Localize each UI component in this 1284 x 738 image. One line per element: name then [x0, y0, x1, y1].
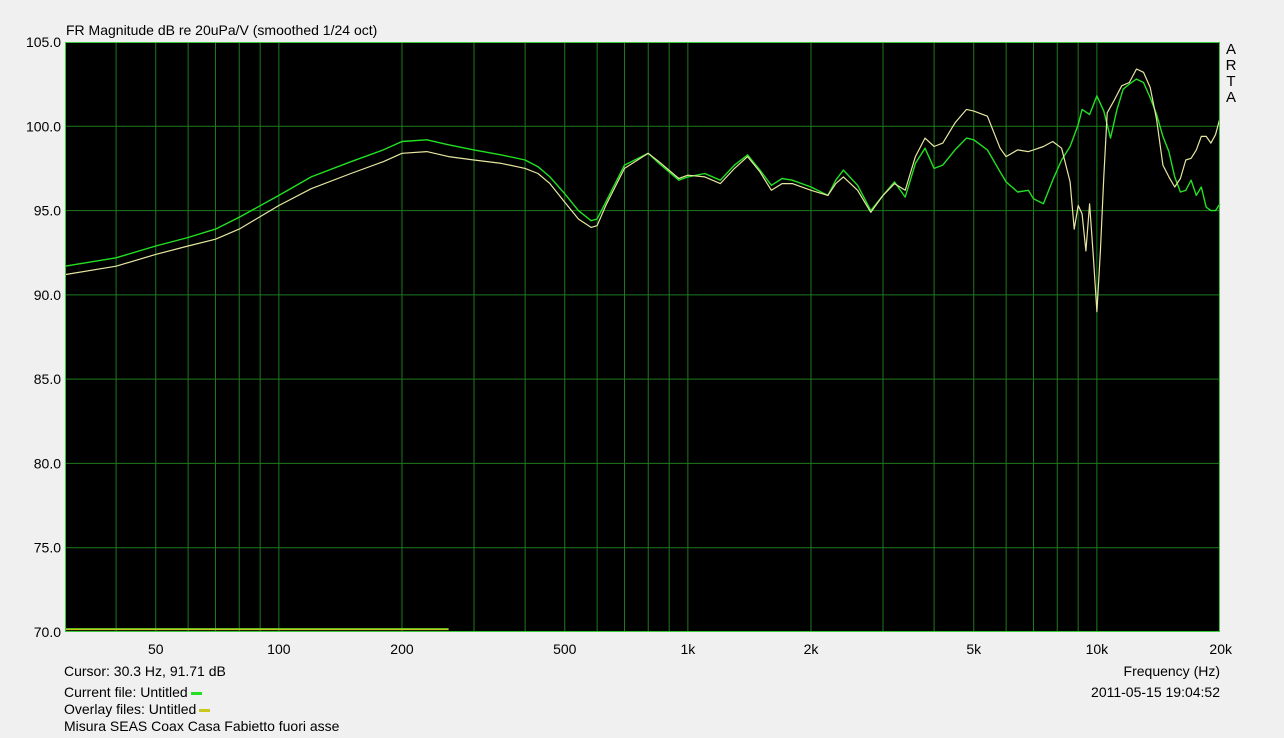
brand-letter: A [1225, 41, 1236, 58]
x-tick-label: 10k [1086, 641, 1110, 657]
overlay-files-label: Overlay files: Untitled [64, 701, 211, 717]
y-tick-label: 80.0 [34, 455, 61, 471]
y-axis-ticks: 70.0 75.0 80.0 85.0 90.0 95.0 100.0 105.0 [26, 34, 61, 640]
y-tick-label: 100.0 [26, 118, 61, 134]
brand-letter: R [1225, 57, 1237, 74]
x-axis-ticks: 50 100 200 500 1k 2k 5k 10k 20k [148, 641, 1233, 657]
x-tick-label: 200 [390, 641, 414, 657]
brand-letter: T [1226, 73, 1236, 90]
plot-area[interactable] [65, 42, 1220, 632]
current-file-label: Current file: Untitled [64, 684, 202, 700]
current-series-swatch [190, 691, 202, 695]
x-tick-label: 500 [553, 641, 577, 657]
frequency-response-chart[interactable]: 70.0 75.0 80.0 85.0 90.0 95.0 100.0 105.0 50 100… [0, 0, 1284, 738]
y-tick-label: 95.0 [34, 203, 61, 219]
y-tick-label: 85.0 [34, 371, 61, 387]
y-tick-label: 90.0 [34, 287, 61, 303]
x-tick-label: 1k [680, 641, 696, 657]
overlay-series-swatch [199, 708, 211, 712]
x-tick-label: 20k [1209, 641, 1233, 657]
x-tick-label: 50 [148, 641, 164, 657]
y-tick-label: 75.0 [34, 540, 61, 556]
x-tick-label: 100 [267, 641, 291, 657]
current-file-text: Current file: Untitled [64, 684, 188, 700]
x-tick-label: 5k [966, 641, 982, 657]
y-tick-label: 70.0 [34, 624, 61, 640]
y-tick-label: 105.0 [26, 34, 61, 50]
overlay-files-text: Overlay files: Untitled [64, 701, 197, 717]
cursor-readout: Cursor: 30.3 Hz, 91.71 dB [64, 663, 226, 679]
x-tick-label: 2k [804, 641, 820, 657]
brand-letter: A [1225, 89, 1236, 106]
timestamp: 2011-05-15 19:04:52 [1091, 684, 1220, 700]
arta-brand: A R T A [1224, 42, 1238, 106]
measurement-description: Misura SEAS Coax Casa Fabietto fuori ass… [64, 718, 340, 734]
chart-title: FR Magnitude dB re 20uPa/V (smoothed 1/2… [66, 22, 378, 38]
x-axis-label: Frequency (Hz) [1123, 663, 1220, 679]
